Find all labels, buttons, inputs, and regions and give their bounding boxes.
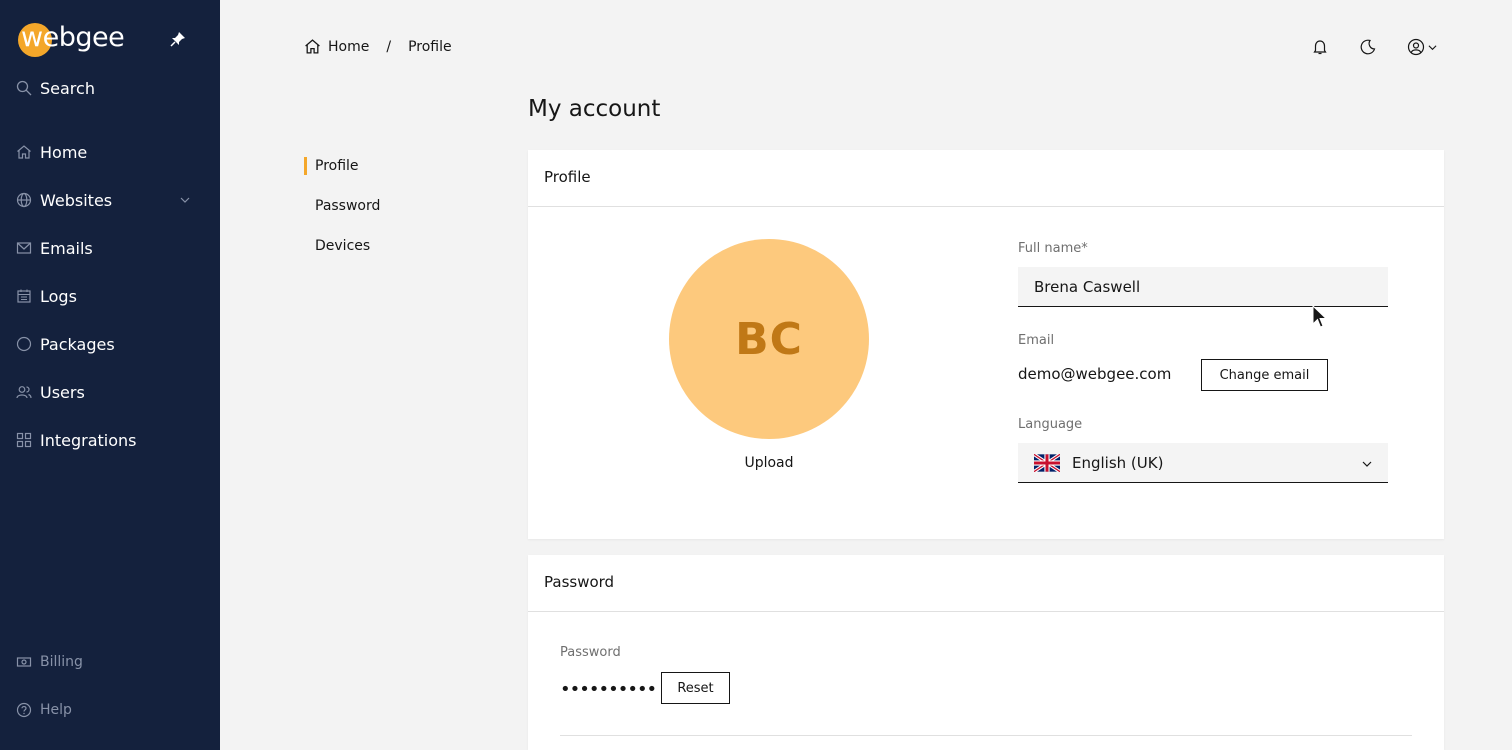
sidebar-item-integrations[interactable]: Integrations <box>16 428 196 452</box>
bell-icon[interactable] <box>1311 38 1329 56</box>
webgee-logo[interactable]: webgee <box>18 22 125 57</box>
profile-card-heading: Profile <box>528 150 1444 207</box>
search-icon <box>16 80 32 96</box>
full-name-label: Full name* <box>1018 241 1088 256</box>
language-select-value: English (UK) <box>1072 453 1164 472</box>
email-value: demo@webgee.com <box>1018 365 1172 383</box>
sidebar-item-label: Users <box>40 382 85 402</box>
sidebar-item-label: Help <box>40 702 72 718</box>
avatar[interactable]: BC <box>669 239 869 439</box>
sidebar-item-websites[interactable]: Websites <box>16 188 196 212</box>
mail-icon <box>16 242 32 254</box>
chevron-down-icon[interactable] <box>180 195 190 205</box>
subnav-password[interactable]: Password <box>304 197 380 215</box>
moon-icon[interactable] <box>1359 38 1377 56</box>
chevron-down-icon <box>1428 44 1437 50</box>
sidebar-search[interactable]: Search <box>16 76 196 100</box>
home-icon <box>17 145 31 159</box>
language-select[interactable]: English (UK) <box>1018 443 1388 483</box>
change-email-button[interactable]: Change email <box>1201 359 1328 391</box>
help-icon <box>16 702 32 718</box>
sidebar-item-help[interactable]: Help <box>16 698 196 722</box>
password-card-heading: Password <box>528 555 1444 612</box>
sidebar-item-users[interactable]: Users <box>16 380 196 404</box>
sidebar-item-label: Billing <box>40 654 83 670</box>
home-icon[interactable] <box>304 38 321 55</box>
password-card: Password Password •••••••••• Reset <box>528 555 1444 750</box>
sidebar-item-packages[interactable]: Packages <box>16 332 196 356</box>
email-label: Email <box>1018 333 1055 348</box>
sidebar: webgee Search Home Websites Emails Logs … <box>0 0 220 750</box>
profile-card: Profile BC Upload Full name* Email demo@… <box>528 150 1444 539</box>
password-value: •••••••••• <box>560 679 657 700</box>
divider <box>560 735 1412 736</box>
sidebar-item-label: Packages <box>40 334 115 354</box>
sidebar-item-label: Home <box>40 142 88 162</box>
full-name-input[interactable] <box>1018 267 1388 307</box>
sidebar-search-label: Search <box>40 78 95 98</box>
sidebar-item-label: Websites <box>40 190 113 210</box>
grid-icon <box>16 432 32 448</box>
globe-icon <box>16 192 32 208</box>
calendar-icon <box>17 289 31 303</box>
users-icon <box>16 386 32 399</box>
sidebar-item-label: Logs <box>40 286 77 306</box>
sidebar-item-logs[interactable]: Logs <box>16 284 196 308</box>
sidebar-item-label: Emails <box>40 238 93 258</box>
breadcrumb-current: Profile <box>408 38 452 55</box>
uk-flag-icon <box>1034 453 1060 472</box>
breadcrumb-separator: / <box>386 38 392 55</box>
sidebar-item-home[interactable]: Home <box>16 140 196 164</box>
user-menu[interactable] <box>1407 38 1437 56</box>
subnav-devices[interactable]: Devices <box>304 237 370 255</box>
password-label: Password <box>560 645 621 660</box>
reset-password-button[interactable]: Reset <box>661 672 730 704</box>
sidebar-item-billing[interactable]: Billing <box>16 650 196 674</box>
pin-icon[interactable] <box>170 31 186 47</box>
circle-icon <box>16 336 32 352</box>
language-label: Language <box>1018 417 1083 432</box>
upload-link[interactable]: Upload <box>669 455 869 471</box>
money-icon <box>16 657 32 667</box>
sidebar-item-emails[interactable]: Emails <box>16 236 196 260</box>
user-avatar-icon <box>1407 38 1425 56</box>
page-title: My account <box>528 96 661 122</box>
breadcrumb-home-link[interactable]: Home <box>328 39 369 55</box>
logo-text: webgee <box>21 22 125 53</box>
mouse-cursor-icon <box>1312 305 1328 328</box>
subnav-profile[interactable]: Profile <box>304 157 359 175</box>
sidebar-item-label: Integrations <box>40 430 137 450</box>
breadcrumb: Home / Profile <box>304 38 452 55</box>
chevron-down-icon <box>1362 461 1372 467</box>
